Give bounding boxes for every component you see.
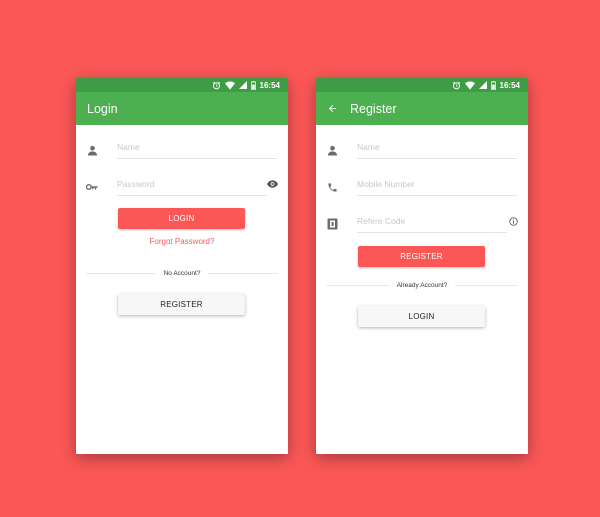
alarm-icon bbox=[452, 81, 461, 90]
person-icon bbox=[326, 144, 338, 156]
status-time: 16:54 bbox=[499, 80, 520, 90]
name-input[interactable] bbox=[357, 136, 517, 159]
mobile-input[interactable] bbox=[357, 173, 517, 196]
divider-text: No Account? bbox=[163, 269, 201, 277]
divider-text: Already Account? bbox=[396, 281, 448, 289]
signal-icon bbox=[238, 81, 247, 89]
divider-line bbox=[208, 272, 279, 274]
divider-line bbox=[86, 272, 156, 274]
battery-icon bbox=[490, 80, 496, 90]
battery-icon bbox=[250, 80, 256, 90]
register-button[interactable]: REGISTER bbox=[358, 246, 485, 267]
login-button[interactable]: LOGIN bbox=[358, 306, 485, 327]
app-bar: Login bbox=[76, 92, 288, 125]
password-input[interactable] bbox=[117, 173, 267, 196]
password-field bbox=[76, 173, 288, 201]
wifi-icon bbox=[224, 81, 235, 90]
key-icon bbox=[86, 181, 98, 193]
forgot-password-link[interactable]: Forgot Password? bbox=[76, 237, 288, 246]
status-time: 16:54 bbox=[259, 80, 280, 90]
person-icon bbox=[86, 144, 98, 156]
register-screen: 16:54 Register REGIS bbox=[316, 78, 528, 454]
already-account-divider: Already Account? bbox=[326, 280, 518, 290]
wifi-icon bbox=[464, 81, 475, 90]
info-icon[interactable] bbox=[509, 217, 518, 226]
page-title: Login bbox=[87, 101, 118, 116]
divider-line bbox=[455, 284, 518, 286]
refer-code-input[interactable] bbox=[357, 210, 507, 233]
no-account-divider: No Account? bbox=[86, 268, 279, 278]
mobile-field bbox=[316, 173, 528, 201]
name-field bbox=[316, 136, 528, 164]
divider-line bbox=[326, 284, 389, 286]
app-bar: Register bbox=[316, 92, 528, 125]
page-title: Register bbox=[350, 101, 397, 116]
name-input[interactable] bbox=[117, 136, 277, 159]
phone-icon bbox=[326, 181, 338, 193]
name-field bbox=[76, 136, 288, 164]
eye-icon[interactable] bbox=[267, 180, 278, 188]
card-icon bbox=[326, 218, 338, 230]
refer-code-field bbox=[316, 210, 528, 238]
status-bar: 16:54 bbox=[316, 78, 528, 92]
register-button[interactable]: REGISTER bbox=[118, 294, 245, 315]
login-button[interactable]: LOGIN bbox=[118, 208, 245, 229]
back-arrow-icon[interactable] bbox=[327, 103, 338, 114]
alarm-icon bbox=[212, 81, 221, 90]
signal-icon bbox=[478, 81, 487, 89]
status-bar: 16:54 bbox=[76, 78, 288, 92]
login-screen: 16:54 Login LOGIN Forgot Password? No Ac… bbox=[76, 78, 288, 454]
